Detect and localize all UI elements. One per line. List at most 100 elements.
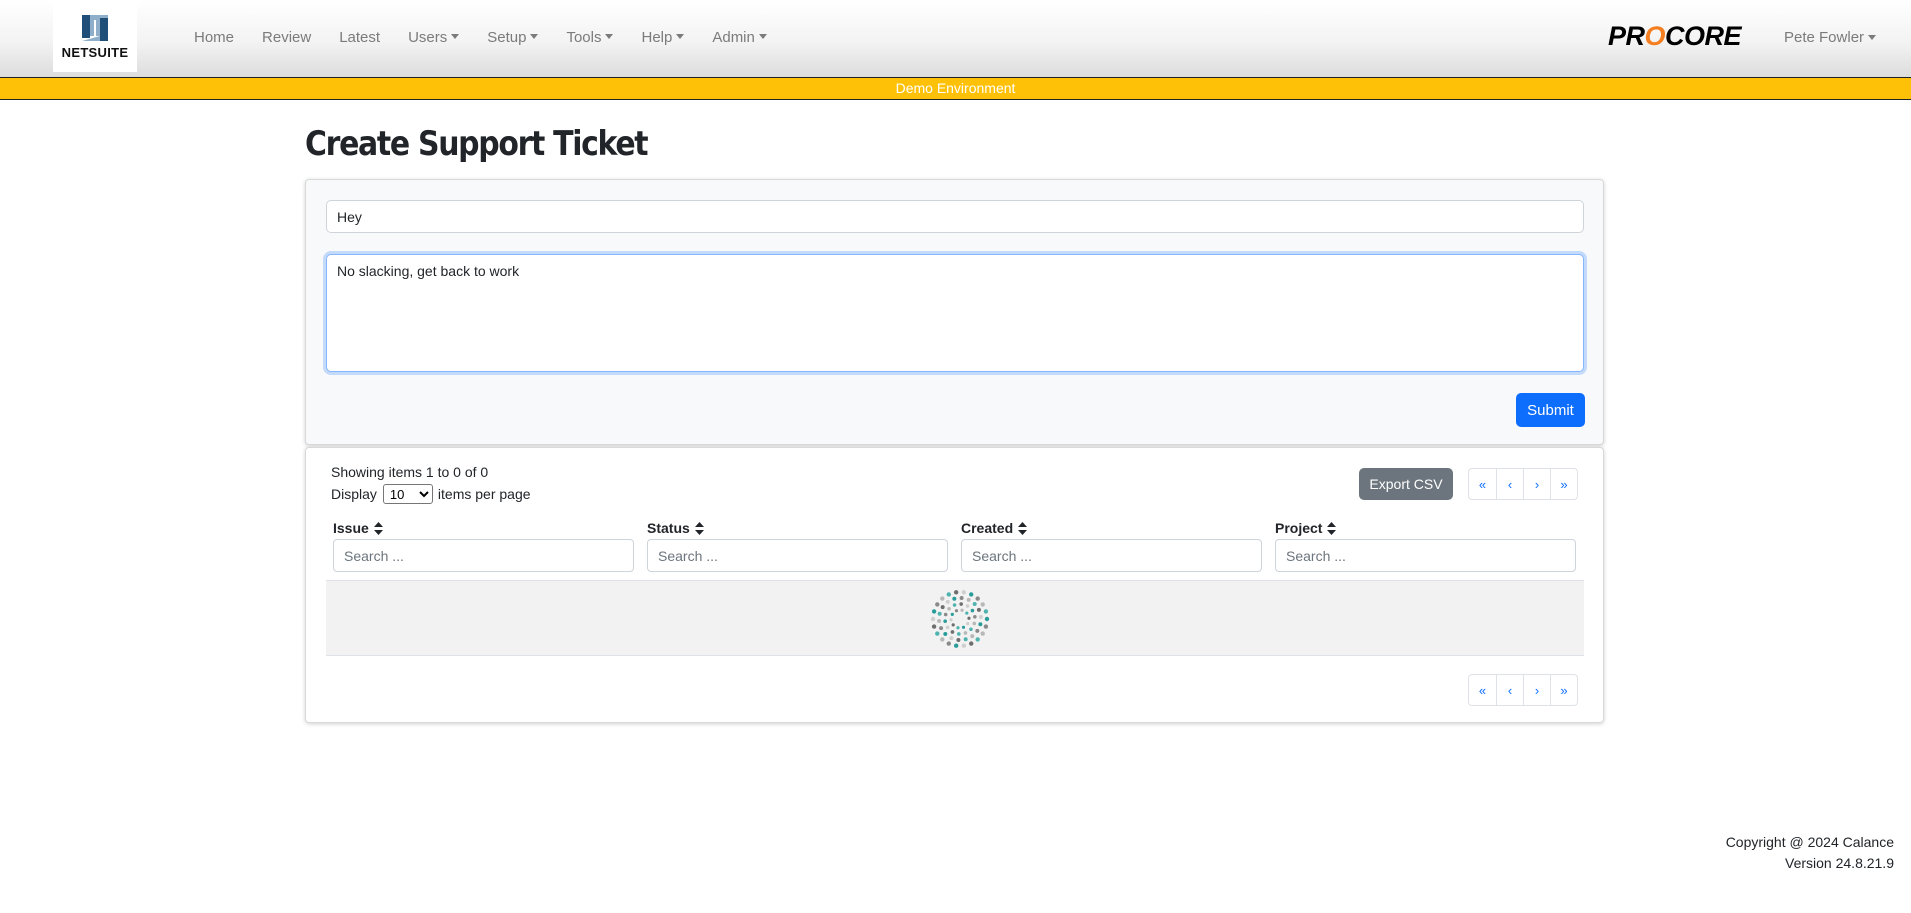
project-search-input[interactable]	[1275, 539, 1576, 572]
spinner-dot	[967, 616, 971, 620]
nav-home[interactable]: Home	[180, 29, 248, 46]
version-text: Version 24.8.21.9	[1785, 855, 1894, 871]
netsuite-logo-text: NETSUITE	[61, 45, 129, 60]
message-textarea[interactable]: No slacking, get back to work	[326, 254, 1584, 372]
spinner-dot	[943, 632, 948, 637]
spinner-dot	[954, 609, 959, 613]
status-search-input[interactable]	[647, 539, 948, 572]
spinner-dot	[957, 632, 961, 636]
spinner-dot	[946, 592, 951, 597]
spinner-dot	[960, 608, 964, 612]
spinner-dot	[931, 624, 937, 629]
spinner-dot	[952, 596, 957, 601]
sort-icon	[1327, 521, 1337, 535]
spinner-dot	[965, 604, 970, 608]
column-label-issue: Issue	[333, 520, 369, 536]
column-header-issue[interactable]: Issue	[333, 520, 383, 536]
spinner-dot	[975, 628, 980, 633]
column-header-status[interactable]: Status	[647, 520, 704, 536]
spinner-dot	[978, 614, 983, 619]
next-page-button[interactable]: ›	[1523, 675, 1550, 705]
per-page-control: Display 10 items per page	[331, 484, 531, 504]
nav-tools-dropdown[interactable]: Tools	[552, 29, 627, 46]
spinner-dot	[949, 636, 954, 641]
spinner-dot	[950, 612, 954, 616]
nav-help-label: Help	[641, 28, 673, 46]
spinner-dot	[940, 596, 945, 601]
spinner-dot	[945, 599, 950, 604]
spinner-dot	[983, 624, 989, 629]
nav-users-dropdown[interactable]: Users	[394, 29, 473, 46]
column-label-status: Status	[647, 520, 690, 536]
pagination-top: « ‹ › »	[1468, 468, 1578, 500]
procore-logo-o: O	[1644, 20, 1666, 51]
column-header-project[interactable]: Project	[1275, 520, 1337, 536]
page-title: Create Support Ticket	[305, 124, 649, 164]
spinner-dot	[953, 590, 959, 595]
last-page-button[interactable]: »	[1550, 469, 1577, 499]
first-page-button[interactable]: «	[1469, 675, 1496, 705]
nav-users-label: Users	[408, 28, 448, 46]
created-search-input[interactable]	[961, 539, 1262, 572]
copyright-text: Copyright @ 2024 Calance	[1725, 834, 1894, 850]
last-page-button[interactable]: »	[1550, 675, 1577, 705]
spinner-dot	[961, 625, 966, 629]
user-menu-dropdown[interactable]: Pete Fowler	[1784, 0, 1876, 74]
procore-logo-part3: CORE	[1665, 20, 1742, 51]
per-page-select[interactable]: 10	[382, 484, 433, 504]
main-nav: Home Review Latest Users Setup Tools Hel…	[180, 0, 781, 74]
spinner-dot	[930, 616, 936, 622]
column-header-created[interactable]: Created	[961, 520, 1028, 536]
spinner-dot	[937, 611, 942, 616]
spinner-dot	[973, 615, 977, 619]
spinner-dot	[980, 631, 985, 636]
spinner-dot	[969, 627, 973, 632]
spinner-dot	[952, 603, 957, 607]
spinner-dot	[943, 619, 947, 623]
spinner-dot	[961, 643, 967, 648]
spinner-dot	[963, 631, 968, 635]
submit-button[interactable]: Submit	[1516, 393, 1585, 427]
spinner-dot	[935, 631, 940, 636]
prev-page-button[interactable]: ‹	[1496, 675, 1523, 705]
netsuite-logo-icon	[80, 14, 110, 42]
spinner-dot	[953, 643, 959, 648]
spinner-dot	[946, 641, 951, 646]
spinner-dot	[969, 592, 974, 597]
prev-page-button[interactable]: ‹	[1496, 469, 1523, 499]
spinner-dot	[984, 616, 990, 622]
spinner-dot	[970, 608, 975, 613]
spinner-dot	[939, 626, 944, 631]
export-csv-button[interactable]: Export CSV	[1359, 468, 1453, 500]
spinner-dot	[976, 607, 981, 612]
procore-logo-part1: PR	[1608, 20, 1645, 51]
column-label-created: Created	[961, 520, 1014, 536]
nav-setup-label: Setup	[487, 28, 527, 46]
spinner-dot	[975, 637, 980, 642]
nav-setup-dropdown[interactable]: Setup	[473, 29, 552, 46]
top-navbar: NETSUITE Home Review Latest Users Setup …	[0, 0, 1911, 77]
netsuite-logo[interactable]: NETSUITE	[53, 2, 137, 72]
subject-input[interactable]	[326, 200, 1584, 233]
ticket-form-card: No slacking, get back to work Submit	[305, 179, 1604, 445]
nav-admin-dropdown[interactable]: Admin	[698, 29, 781, 46]
next-page-button[interactable]: ›	[1523, 469, 1550, 499]
spinner-dot	[959, 596, 964, 601]
spinner-dot	[972, 621, 977, 626]
issue-search-input[interactable]	[333, 539, 634, 572]
loading-spinner-icon	[930, 590, 990, 648]
spinner-dot	[935, 602, 940, 607]
spinner-dot	[983, 609, 989, 614]
nav-latest[interactable]: Latest	[325, 29, 394, 46]
nav-help-dropdown[interactable]: Help	[627, 29, 698, 46]
spinner-dot	[940, 605, 945, 610]
column-label-project: Project	[1275, 520, 1323, 536]
first-page-button[interactable]: «	[1469, 469, 1496, 499]
nav-review[interactable]: Review	[248, 29, 325, 46]
spinner-dot	[956, 637, 961, 642]
spinner-dot	[969, 641, 974, 646]
table-loading-row	[326, 580, 1584, 656]
sort-icon	[373, 521, 383, 535]
spinner-dot	[931, 609, 937, 614]
sort-icon	[694, 521, 704, 535]
